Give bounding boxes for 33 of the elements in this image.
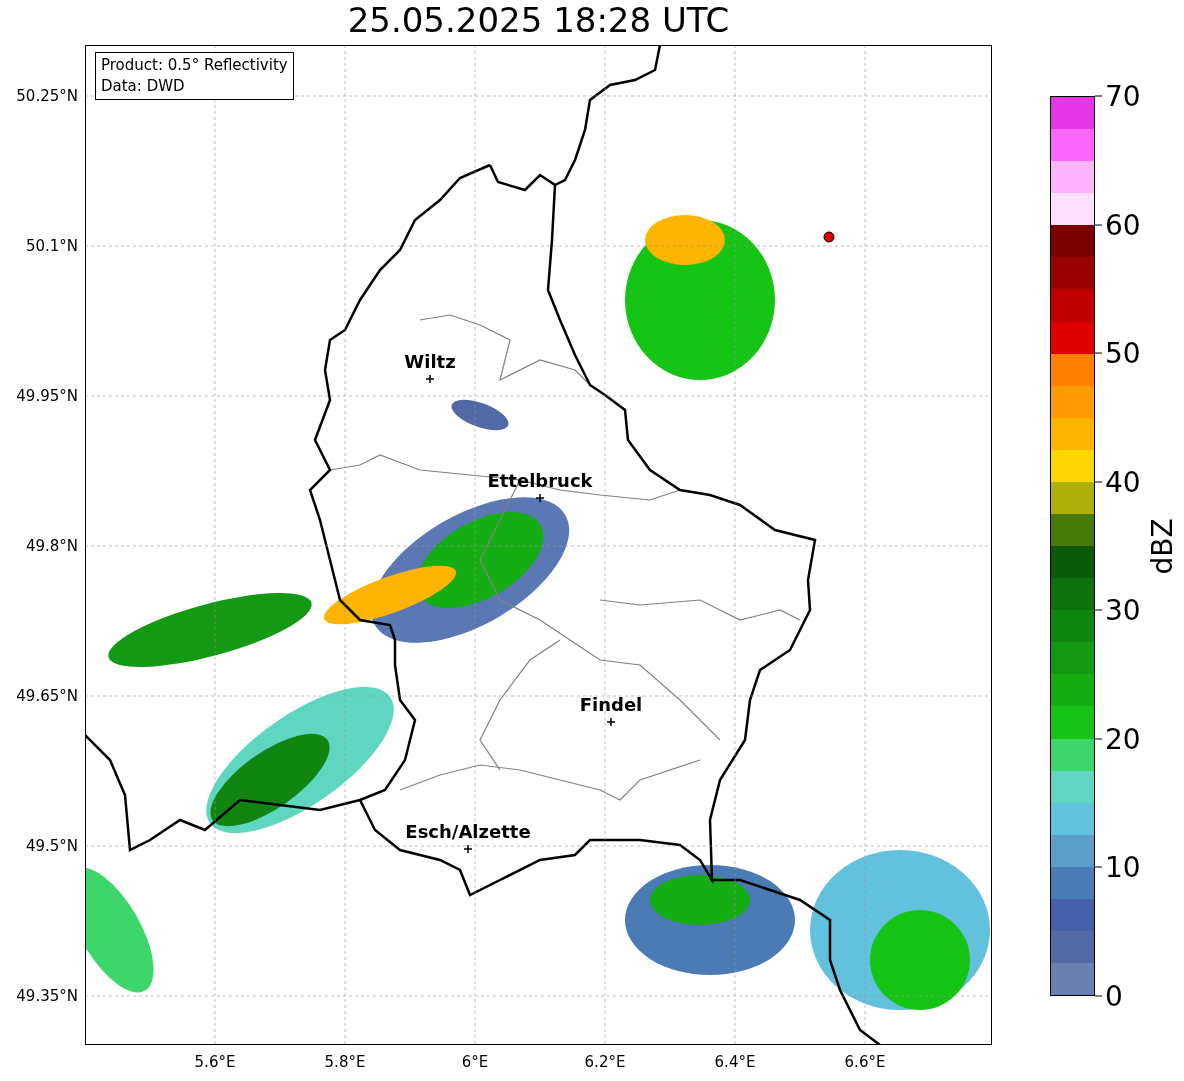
longitude-label: 5.6°E [194,1053,236,1071]
scale-tick-label: 10 [1105,850,1141,884]
city-marker-icon [464,845,472,853]
scale-title: dBZ [1145,517,1179,575]
city-marker-icon [607,718,615,726]
info-text: Data: DWD [101,76,186,97]
longitude-label: 5.8°E [324,1053,366,1071]
scale-tick-label: 0 [1105,979,1123,1013]
scale-tick-label: 70 [1105,79,1141,113]
chart-title: 25.05.2025 18:28 UTC [346,0,731,42]
scale-tick-label: 40 [1105,465,1141,499]
longitude-label: 6.6°E [844,1053,886,1071]
latitude-label: 49.8°N [25,537,78,555]
latitude-label: 49.95°N [16,387,78,405]
city-label: Ettelbruck [487,470,593,491]
city-label: Findel [579,694,643,715]
city-label: Esch/Alzette [405,821,531,842]
city-marker-icon [536,494,544,502]
longitude-label: 6°E [461,1053,489,1071]
longitude-label: 6.4°E [714,1053,756,1071]
city-label: Wiltz [404,351,456,372]
scale-tick-label: 50 [1105,336,1141,370]
scale-tick-label: 60 [1105,208,1141,242]
latitude-label: 50.25°N [16,87,78,105]
city-marker-icon [426,375,434,383]
scale-tick-label: 20 [1105,722,1141,756]
scale-tick-label: 30 [1105,593,1141,627]
longitude-label: 6.2°E [584,1053,626,1071]
latitude-label: 50.1°N [25,237,78,255]
latitude-label: 49.5°N [25,837,78,855]
latitude-label: 49.65°N [16,687,78,705]
info-text: Product: 0.5° Reflectivity [101,55,288,76]
latitude-label: 49.35°N [16,987,78,1005]
